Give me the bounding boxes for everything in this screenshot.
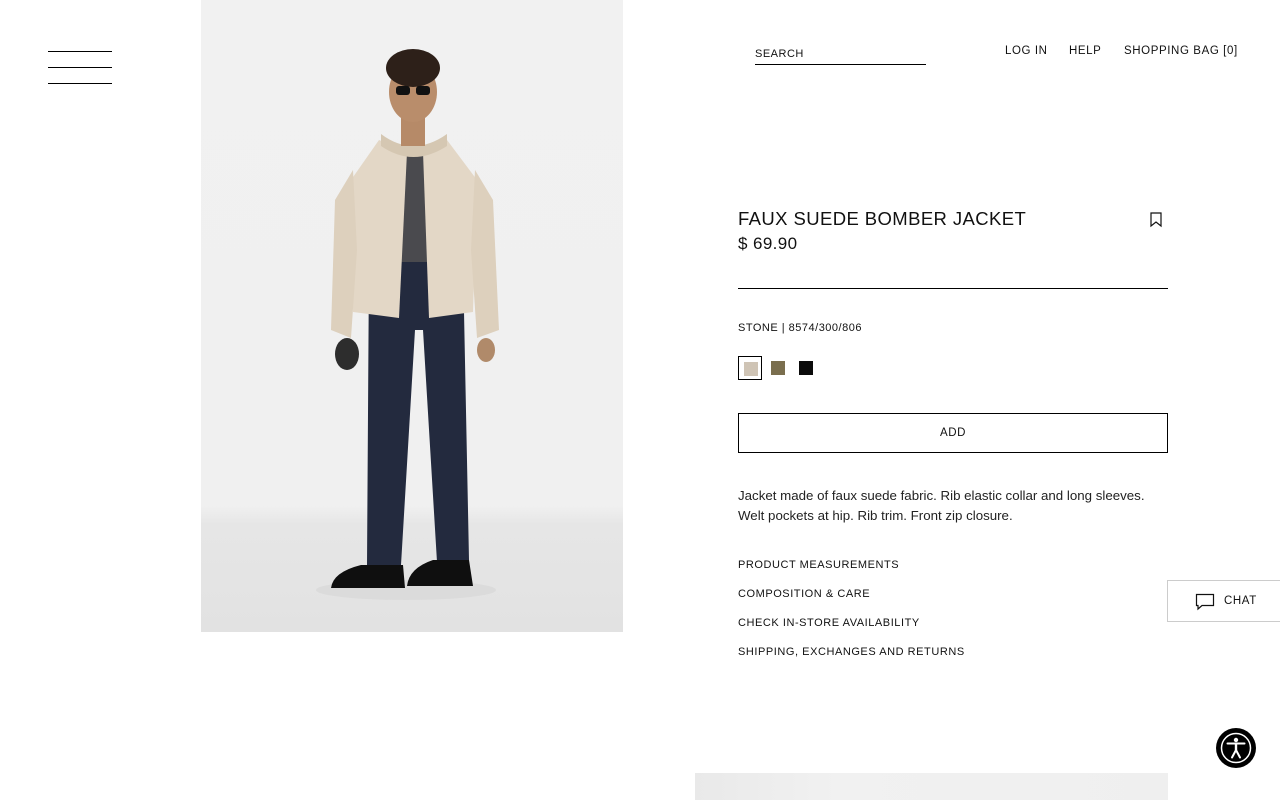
search-field[interactable] (755, 44, 926, 65)
store-availability-link[interactable]: CHECK IN-STORE AVAILABILITY (738, 617, 920, 629)
color-reference: STONE | 8574/300/806 (738, 322, 862, 334)
product-title: FAUX SUEDE BOMBER JACKET (738, 208, 1027, 229)
product-photo[interactable] (201, 0, 623, 632)
swatch-chip (744, 362, 758, 376)
shipping-returns-link[interactable]: SHIPPING, EXCHANGES AND RETURNS (738, 646, 965, 658)
chat-button[interactable]: CHAT (1167, 580, 1280, 622)
swatch-chip (771, 361, 785, 375)
color-swatch-black[interactable] (794, 356, 818, 380)
color-swatch-stone[interactable] (738, 356, 762, 380)
product-measurements-link[interactable]: PRODUCT MEASUREMENTS (738, 559, 899, 571)
secondary-product-photo[interactable] (695, 773, 1168, 800)
composition-care-link[interactable]: COMPOSITION & CARE (738, 588, 870, 600)
chat-bubble-icon (1195, 593, 1215, 611)
chat-label: CHAT (1224, 595, 1257, 607)
product-page: LOG IN HELP SHOPPING BAG [0] FAUX SUEDE … (0, 0, 1280, 800)
swatch-chip (799, 361, 813, 375)
product-price: $ 69.90 (738, 234, 798, 253)
color-swatch-olive[interactable] (766, 356, 790, 380)
divider (738, 288, 1168, 289)
login-link[interactable]: LOG IN (1005, 45, 1048, 57)
search-input[interactable] (755, 46, 926, 62)
shopping-bag-link[interactable]: SHOPPING BAG [0] (1124, 45, 1238, 57)
help-link[interactable]: HELP (1069, 45, 1101, 57)
accessibility-icon[interactable] (1216, 728, 1256, 768)
product-description: Jacket made of faux suede fabric. Rib el… (738, 488, 1145, 523)
bookmark-icon[interactable] (1149, 212, 1163, 228)
add-to-bag-button[interactable]: ADD (738, 413, 1168, 453)
hamburger-menu-icon[interactable] (48, 51, 112, 85)
